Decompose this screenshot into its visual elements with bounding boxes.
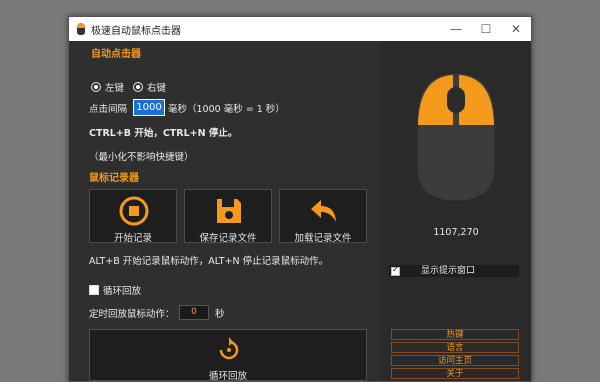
interval-unit: 毫秒（1000 毫秒 = 1 秒） <box>168 104 285 115</box>
homepage-link[interactable]: 访问主页 <box>391 355 519 366</box>
close-button[interactable]: ✕ <box>501 17 531 41</box>
show-tip-row[interactable]: 显示提示窗口 <box>389 265 519 277</box>
hotkey-link[interactable]: 热键 <box>391 329 519 340</box>
cursor-coords: 1107,270 <box>433 227 479 238</box>
recorder-title: 鼠标记录器 <box>89 173 139 184</box>
interval-input[interactable]: 1000 <box>133 99 165 116</box>
clicker-hotkey-text: CTRL+B 开始，CTRL+N 停止。 <box>89 128 238 139</box>
loop-checkbox[interactable] <box>89 285 99 295</box>
delay-unit: 秒 <box>215 309 225 320</box>
app-window: 极速自动鼠标点击器 — ☐ ✕ 自动点击器 左键 右键 点击间隔 1000 毫秒… <box>68 16 532 382</box>
record-icon <box>119 196 149 226</box>
title-bar: 极速自动鼠标点击器 — ☐ ✕ <box>69 17 531 41</box>
right-panel: 1107,270 显示提示窗口 热键 语言 访问主页 关于 <box>381 41 531 381</box>
load-record-button[interactable]: 加载记录文件 <box>279 189 367 244</box>
main-content: 自动点击器 左键 右键 点击间隔 1000 毫秒（1000 毫秒 = 1 秒） … <box>69 41 531 382</box>
minimize-note: （最小化不影响快捷键） <box>89 152 194 163</box>
loop-label: 循环回放 <box>103 286 142 297</box>
about-link[interactable]: 关于 <box>391 368 519 379</box>
right-click-radio[interactable] <box>133 82 143 92</box>
replay-icon <box>219 337 239 360</box>
loop-playback-button[interactable]: 循环回放 <box>89 329 367 382</box>
delay-input[interactable]: 0 <box>179 305 209 320</box>
maximize-button[interactable]: ☐ <box>471 17 501 41</box>
show-tip-checkbox[interactable] <box>391 265 400 276</box>
delay-label: 定时回放鼠标动作： <box>89 309 175 320</box>
load-record-label: 加载记录文件 <box>294 233 352 244</box>
interval-label: 点击间隔 <box>89 104 128 115</box>
recorder-hotkey-text: ALT+B 开始记录鼠标动作，ALT+N 停止记录鼠标动作。 <box>89 256 329 267</box>
show-tip-label: 显示提示窗口 <box>421 266 476 276</box>
save-record-label: 保存记录文件 <box>199 233 257 244</box>
load-icon <box>311 200 336 222</box>
save-record-button[interactable]: 保存记录文件 <box>184 189 272 244</box>
start-record-button[interactable]: 开始记录 <box>89 189 177 244</box>
left-click-label: 左键 <box>105 83 125 94</box>
right-click-label: 右键 <box>147 83 167 94</box>
language-link[interactable]: 语言 <box>391 342 519 353</box>
app-logo-icon <box>77 23 85 35</box>
minimize-button[interactable]: — <box>441 17 471 41</box>
start-record-label: 开始记录 <box>113 233 152 244</box>
left-click-radio[interactable] <box>91 82 101 92</box>
mouse-icon <box>414 70 498 204</box>
save-icon <box>217 199 241 223</box>
auto-clicker-title: 自动点击器 <box>91 49 141 60</box>
window-title: 极速自动鼠标点击器 <box>91 26 181 37</box>
